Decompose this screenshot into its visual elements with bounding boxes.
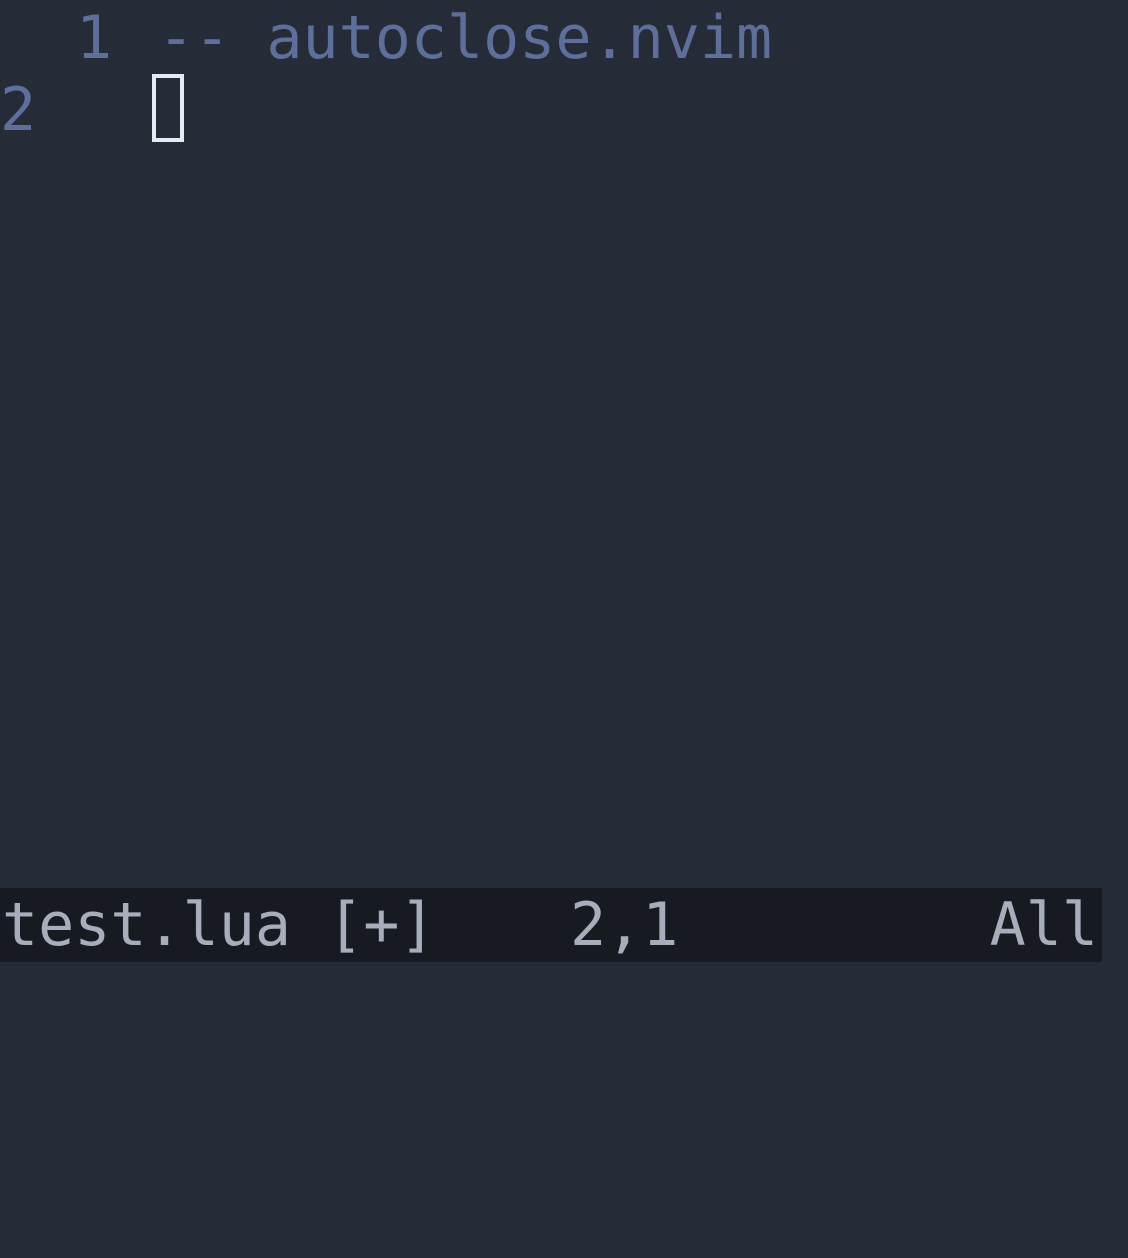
editor-window[interactable]: 1 -- autoclose.nvim 2 test.lua [+] 2,1 A… (0, 0, 1128, 1044)
line-number-2: 2 (0, 75, 37, 145)
line-number-1: 1 (76, 3, 113, 73)
statusline-file-name: test.lua [+] (2, 890, 436, 960)
statusline-scroll-indicator: All (989, 890, 1098, 960)
statusline: test.lua [+] 2,1 All (0, 888, 1102, 962)
text-cursor (152, 74, 184, 142)
statusline-cursor-position: 2,1 (570, 890, 679, 960)
editor-line-1[interactable]: 1 -- autoclose.nvim (0, 2, 772, 74)
line-content-1: -- autoclose.nvim (158, 3, 773, 73)
editor-line-2[interactable]: 2 (0, 74, 145, 146)
